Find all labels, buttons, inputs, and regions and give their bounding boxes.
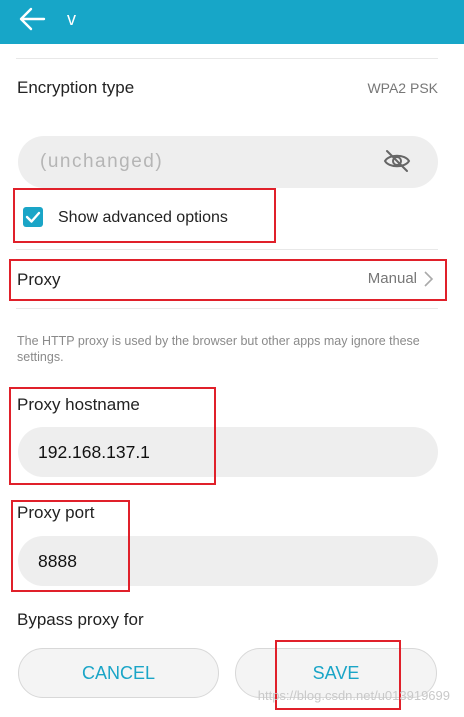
password-input[interactable]	[18, 136, 438, 188]
divider	[16, 308, 438, 309]
divider	[16, 58, 438, 59]
encryption-type-label: Encryption type	[17, 78, 135, 97]
encryption-type-value: WPA2 PSK	[367, 80, 438, 96]
watermark-text: https://blog.csdn.net/u013919699	[257, 688, 450, 703]
back-arrow-icon[interactable]	[16, 4, 50, 34]
divider	[16, 249, 438, 250]
eye-off-icon[interactable]	[382, 148, 412, 174]
highlight-box	[13, 188, 276, 243]
highlight-box	[11, 500, 130, 592]
highlight-box	[9, 387, 216, 485]
bypass-proxy-label: Bypass proxy for	[17, 610, 144, 629]
page-title: v	[67, 9, 76, 29]
highlight-box	[9, 259, 447, 301]
proxy-hint-text: The HTTP proxy is used by the browser bu…	[17, 334, 420, 364]
cancel-button[interactable]: CANCEL	[18, 648, 219, 698]
